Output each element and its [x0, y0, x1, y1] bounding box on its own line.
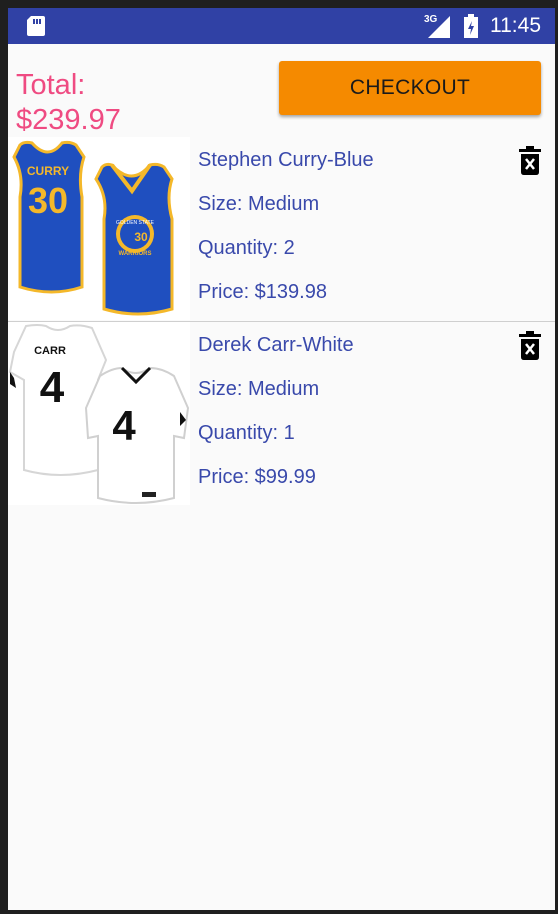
item-quantity: Quantity: 1	[198, 422, 295, 444]
cart-item: CARR 4 4 Derek Carr-White Size: Medium Q…	[8, 321, 555, 505]
sd-card-icon	[27, 16, 45, 36]
item-price: Price: $139.98	[198, 281, 327, 303]
jersey-front-number: 4	[112, 402, 136, 449]
cart-item: CURRY 30 GOLDEN STATE 30 WARRIORS Stephe…	[8, 137, 555, 320]
item-name: Derek Carr-White	[198, 334, 354, 356]
cart-total: Total: $239.97	[16, 69, 121, 136]
delete-icon[interactable]	[517, 146, 543, 176]
item-quantity: Quantity: 2	[198, 237, 295, 259]
status-bar: 3G 11:45	[8, 8, 555, 44]
jersey-front-text: WARRIORS	[119, 251, 152, 257]
jersey-back-text: GOLDEN STATE	[116, 220, 155, 226]
delete-icon[interactable]	[517, 331, 543, 361]
checkout-button[interactable]: CHECKOUT	[279, 61, 541, 115]
jersey-name-text: CURRY	[27, 164, 69, 178]
item-size: Size: Medium	[198, 378, 320, 400]
cart-screen: 3G 11:45 Total: $239.97 CHECKOUT CURRY 3…	[8, 8, 555, 910]
jersey-front-number: 30	[134, 230, 148, 244]
signal-icon	[428, 16, 450, 38]
product-image: CARR 4 4	[8, 322, 190, 505]
product-image: CURRY 30 GOLDEN STATE 30 WARRIORS	[8, 137, 190, 320]
jersey-number-text: 4	[40, 363, 65, 412]
jersey-name-text: CARR	[34, 345, 66, 357]
item-price: Price: $99.99	[198, 466, 316, 488]
item-name: Stephen Curry-Blue	[198, 149, 374, 171]
item-size: Size: Medium	[198, 193, 320, 215]
jersey-number-text: 30	[28, 180, 68, 221]
status-clock: 11:45	[490, 14, 541, 37]
battery-charging-icon	[464, 14, 478, 38]
